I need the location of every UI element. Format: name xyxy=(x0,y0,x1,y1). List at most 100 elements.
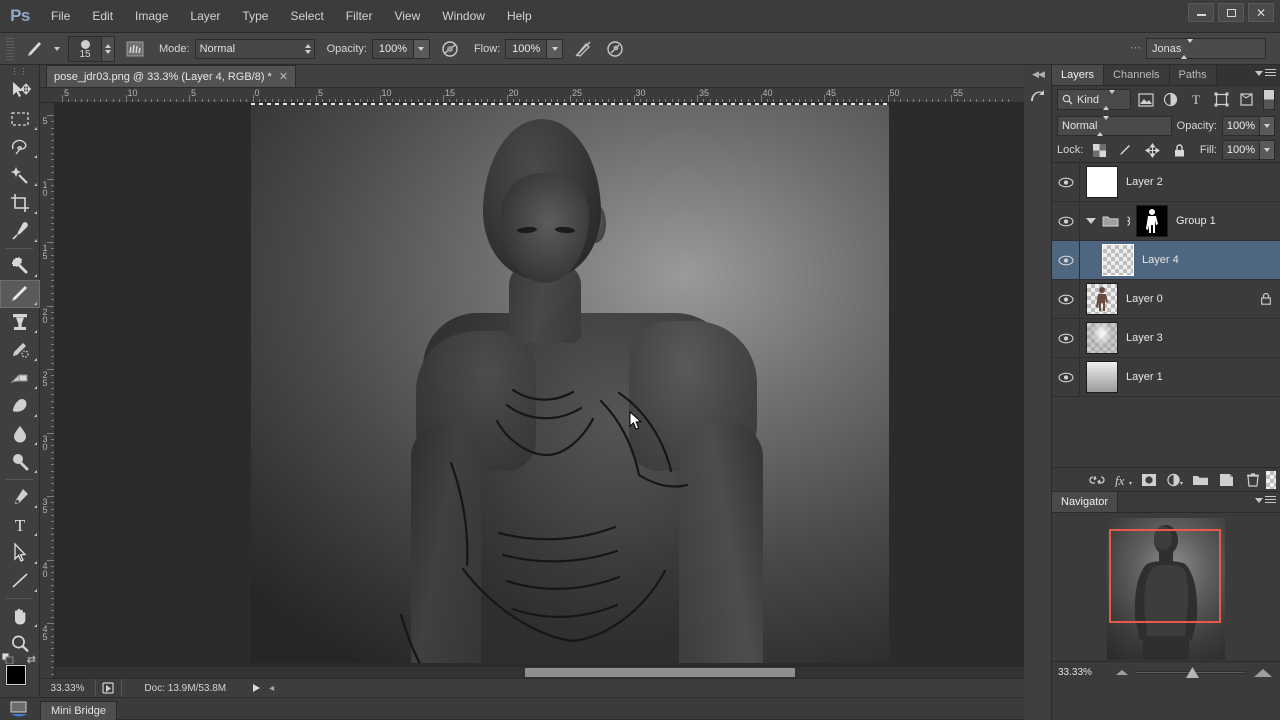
menu-edit[interactable]: Edit xyxy=(81,0,124,33)
brush-panel-toggle-button[interactable] xyxy=(123,37,147,61)
menu-help[interactable]: Help xyxy=(496,0,543,33)
layer-thumbnail-cell[interactable] xyxy=(1080,166,1118,198)
menu-file[interactable]: File xyxy=(40,0,81,33)
lock-image-pixels-icon[interactable] xyxy=(1115,140,1137,161)
tab-channels[interactable]: Channels xyxy=(1104,65,1170,85)
blur-tool[interactable] xyxy=(0,420,40,448)
layer-visibility-toggle[interactable] xyxy=(1052,240,1080,280)
workspace-selector[interactable]: Jonas xyxy=(1146,38,1266,59)
layer-thumbnail[interactable] xyxy=(1086,322,1118,354)
layer-row-layer-1[interactable]: Layer 1 xyxy=(1052,357,1280,397)
dodge-tool[interactable] xyxy=(0,448,40,476)
options-bar-grip[interactable] xyxy=(6,37,14,60)
navigator-panel-menu-button[interactable] xyxy=(1255,496,1276,505)
layer-name[interactable]: Layer 1 xyxy=(1126,371,1163,383)
horizontal-ruler[interactable]: 5 10 5 0 5 10 15 20 25 30 35 40 45 50 55 xyxy=(40,88,1052,103)
smart-object-filter-icon[interactable] xyxy=(1236,89,1257,110)
history-panel-icon[interactable] xyxy=(1024,87,1052,107)
lock-all-icon[interactable] xyxy=(1168,140,1190,161)
path-selection-tool[interactable] xyxy=(0,539,40,567)
eyedropper-tool[interactable] xyxy=(0,217,40,245)
menu-type[interactable]: Type xyxy=(231,0,279,33)
new-layer-icon[interactable] xyxy=(1214,469,1239,491)
layer-visibility-toggle[interactable] xyxy=(1052,163,1080,202)
layer-filter-kind-select[interactable]: Kind xyxy=(1057,89,1131,110)
layer-blend-mode-select[interactable]: Normal xyxy=(1057,115,1172,136)
pixel-layers-filter-icon[interactable] xyxy=(1135,89,1156,110)
canvas-horizontal-scrollbar[interactable] xyxy=(55,666,1028,678)
maximize-button[interactable] xyxy=(1218,3,1244,22)
layer-thumbnail-cell[interactable] xyxy=(1080,244,1134,276)
pen-tool[interactable] xyxy=(0,483,40,511)
layers-panel-menu-button[interactable] xyxy=(1255,69,1276,78)
layer-thumbnail-cell[interactable] xyxy=(1080,322,1118,354)
menu-window[interactable]: Window xyxy=(431,0,496,33)
menu-select[interactable]: Select xyxy=(279,0,334,33)
opacity-dropdown-button[interactable] xyxy=(413,38,430,59)
status-expand-icon[interactable] xyxy=(249,683,265,693)
layer-name[interactable]: Layer 2 xyxy=(1126,176,1163,188)
navigator-zoom-slider[interactable] xyxy=(1110,666,1274,680)
lock-position-icon[interactable] xyxy=(1142,140,1164,161)
add-layer-mask-icon[interactable] xyxy=(1136,469,1161,491)
group-layer-mask-thumbnail[interactable] xyxy=(1136,205,1168,237)
tablet-pressure-opacity-button[interactable] xyxy=(438,37,462,61)
navigator-preview[interactable] xyxy=(1052,513,1280,661)
layer-style-fx-icon[interactable]: fx xyxy=(1110,469,1135,491)
document-tab[interactable]: pose_jdr03.png @ 33.3% (Layer 4, RGB/8) … xyxy=(46,65,297,87)
layer-visibility-toggle[interactable] xyxy=(1052,201,1080,241)
current-tool-preview-icon[interactable] xyxy=(20,37,50,61)
layer-opacity-input[interactable]: 100% xyxy=(1222,115,1260,136)
new-adjustment-layer-icon[interactable] xyxy=(1162,469,1187,491)
close-button[interactable]: ✕ xyxy=(1248,3,1274,22)
layer-thumbnail[interactable] xyxy=(1086,361,1118,393)
brush-size-picker[interactable]: 15 xyxy=(68,35,102,62)
status-scroll-left-icon[interactable]: ◂ xyxy=(265,683,279,694)
layer-row-layer-4[interactable]: Layer 4 xyxy=(1052,240,1280,280)
options-bar-overflow-icon[interactable]: ⋯ xyxy=(1130,41,1142,54)
status-zoom-level[interactable]: 33.33% xyxy=(40,678,96,698)
group-expand-chevron-icon[interactable] xyxy=(1086,218,1096,224)
menu-layer[interactable]: Layer xyxy=(179,0,231,33)
scrollbar-thumb[interactable] xyxy=(525,668,795,677)
brush-size-stepper[interactable] xyxy=(102,35,115,62)
eraser-tool[interactable] xyxy=(0,364,40,392)
layer-thumbnail-cell[interactable] xyxy=(1080,361,1118,393)
layer-row-layer-2[interactable]: Layer 2 xyxy=(1052,163,1280,202)
type-layers-filter-icon[interactable]: T xyxy=(1185,89,1206,110)
reset-colors-icon[interactable] xyxy=(2,653,14,665)
mini-bridge-icon[interactable] xyxy=(0,697,40,720)
lasso-tool[interactable] xyxy=(0,133,40,161)
flow-input[interactable]: 100% xyxy=(505,38,548,59)
canvas-viewport[interactable] xyxy=(55,103,1040,663)
menu-view[interactable]: View xyxy=(383,0,431,33)
crop-tool[interactable] xyxy=(0,189,40,217)
layer-name[interactable]: Group 1 xyxy=(1176,215,1216,227)
layer-name[interactable]: Layer 4 xyxy=(1142,254,1179,266)
new-group-icon[interactable] xyxy=(1188,469,1213,491)
gradient-tool[interactable] xyxy=(0,392,40,420)
layer-row-layer-3[interactable]: Layer 3 xyxy=(1052,318,1280,358)
lock-transparent-pixels-icon[interactable] xyxy=(1088,140,1110,161)
menu-image[interactable]: Image xyxy=(124,0,179,33)
brush-tool[interactable] xyxy=(0,280,40,308)
opacity-input[interactable]: 100% xyxy=(371,38,414,59)
magic-wand-tool[interactable] xyxy=(0,161,40,189)
history-brush-tool[interactable] xyxy=(0,336,40,364)
close-icon[interactable]: ✕ xyxy=(279,70,288,83)
move-tool[interactable] xyxy=(0,77,40,105)
document-canvas[interactable] xyxy=(251,103,889,663)
layer-row-layer-0[interactable]: Layer 0 xyxy=(1052,279,1280,319)
vertical-ruler[interactable]: 5 10 15 20 25 30 35 40 45 xyxy=(40,103,55,678)
layer-thumbnail[interactable] xyxy=(1086,166,1118,198)
blend-mode-select[interactable]: Normal xyxy=(194,38,315,59)
rectangular-marquee-tool[interactable] xyxy=(0,105,40,133)
minimize-button[interactable] xyxy=(1188,3,1214,22)
type-tool[interactable]: T xyxy=(0,511,40,539)
large-mountain-icon[interactable] xyxy=(1254,668,1272,677)
layer-visibility-toggle[interactable] xyxy=(1052,318,1080,358)
tab-navigator[interactable]: Navigator xyxy=(1052,492,1119,512)
spot-healing-brush-tool[interactable] xyxy=(0,252,40,280)
foreground-color-swatch[interactable] xyxy=(6,665,26,685)
group-thumbnail-cell[interactable] xyxy=(1080,205,1168,237)
